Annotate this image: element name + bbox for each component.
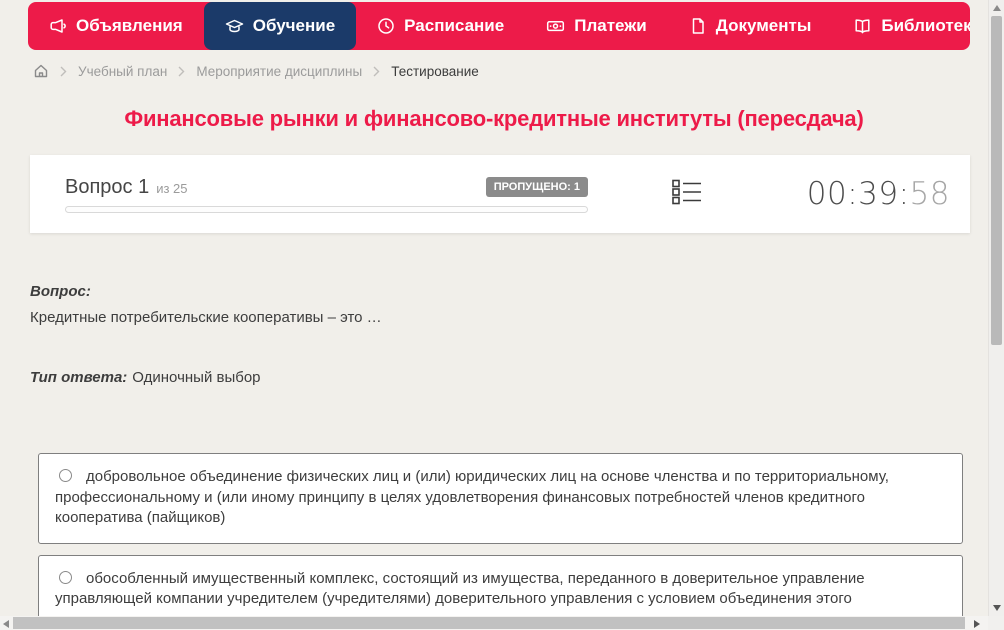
scroll-right-arrow[interactable] <box>974 620 980 628</box>
nav-tab-label: Библиотека <box>881 16 970 35</box>
megaphone-icon <box>49 17 67 35</box>
scroll-down-arrow[interactable] <box>993 605 1001 611</box>
scroll-up-arrow[interactable] <box>993 5 1001 11</box>
answer-option-2[interactable]: обособленный имущественный комплекс, сос… <box>38 554 963 616</box>
horizontal-scrollbar[interactable] <box>0 616 988 630</box>
scrollbar-corner <box>988 616 1004 630</box>
nav-tab-documents[interactable]: Документы <box>668 2 833 50</box>
answer-type-row: Тип ответа: Одиночный выбор <box>30 369 988 386</box>
progress-bar <box>65 206 588 213</box>
skipped-badge: ПРОПУЩЕНО: 1 <box>485 177 588 197</box>
breadcrumb-chevron-icon <box>60 66 67 77</box>
scroll-left-arrow[interactable] <box>3 620 9 628</box>
question-label: Вопрос: <box>30 283 91 300</box>
vertical-scrollbar-thumb[interactable] <box>991 16 1002 345</box>
question-list-button[interactable] <box>671 179 703 209</box>
page-viewport: Объявления Обучение Расписание Платежи Д… <box>0 0 988 616</box>
answer-option-text: обособленный имущественный комплекс, сос… <box>55 569 865 608</box>
vertical-scrollbar[interactable] <box>988 0 1004 616</box>
nav-tab-library[interactable]: Библиотека <box>832 2 970 50</box>
nav-tab-schedule[interactable]: Расписание <box>356 2 525 50</box>
timer-seconds: 58 <box>909 176 950 212</box>
answer-type-label: Тип ответа: <box>30 369 128 386</box>
nav-tab-label: Обучение <box>252 16 336 35</box>
answer-type-value: Одиночный выбор <box>132 369 261 386</box>
question-list-icon <box>672 179 702 210</box>
banknote-icon <box>546 17 565 35</box>
question-number: Вопрос 1 <box>65 175 150 198</box>
nav-tab-payments[interactable]: Платежи <box>525 2 668 50</box>
nav-tab-label: Платежи <box>574 16 647 35</box>
nav-tab-label: Объявления <box>76 16 183 35</box>
radio-button-icon[interactable] <box>59 469 72 482</box>
timer: 00:39:58 <box>807 176 950 212</box>
nav-tab-announcements[interactable]: Объявления <box>28 2 204 50</box>
page-title: Финансовые рынки и финансово-кредитные и… <box>124 106 864 131</box>
question-progress-section: Вопрос 1 из 25 ПРОПУЩЕНО: 1 <box>65 175 588 213</box>
clock-icon <box>377 17 395 35</box>
horizontal-scrollbar-thumb[interactable] <box>13 617 965 629</box>
timer-hours-minutes: 00:39: <box>806 176 910 212</box>
answer-options: добровольное объединение физических лиц … <box>38 453 963 616</box>
breadcrumb-item-curriculum[interactable]: Учебный план <box>78 64 167 79</box>
breadcrumb-item-testing: Тестирование <box>391 63 479 79</box>
document-icon <box>689 17 707 35</box>
breadcrumb: Учебный план Мероприятие дисциплины Тест… <box>33 63 988 79</box>
top-navbar: Объявления Обучение Расписание Платежи Д… <box>28 2 970 50</box>
nav-tab-learning[interactable]: Обучение <box>203 2 357 50</box>
question-total: из 25 <box>156 180 188 196</box>
radio-button-icon[interactable] <box>59 570 72 584</box>
graduation-cap-icon <box>225 17 244 35</box>
question-text: Кредитные потребительские кооперативы – … <box>30 309 382 326</box>
breadcrumb-chevron-icon <box>373 66 380 77</box>
nav-tab-label: Документы <box>715 16 812 35</box>
home-icon[interactable] <box>33 63 49 79</box>
breadcrumb-chevron-icon <box>178 66 185 77</box>
book-icon <box>853 17 872 35</box>
answer-option-text: добровольное объединение физических лиц … <box>55 468 889 526</box>
question-header-panel: Вопрос 1 из 25 ПРОПУЩЕНО: 1 00:39:58 <box>30 155 970 233</box>
nav-tab-label: Расписание <box>404 16 505 35</box>
question-block: Вопрос: Кредитные потребительские коопер… <box>30 283 988 326</box>
breadcrumb-item-discipline-event[interactable]: Мероприятие дисциплины <box>196 64 362 79</box>
answer-option-1[interactable]: добровольное объединение физических лиц … <box>38 453 963 544</box>
